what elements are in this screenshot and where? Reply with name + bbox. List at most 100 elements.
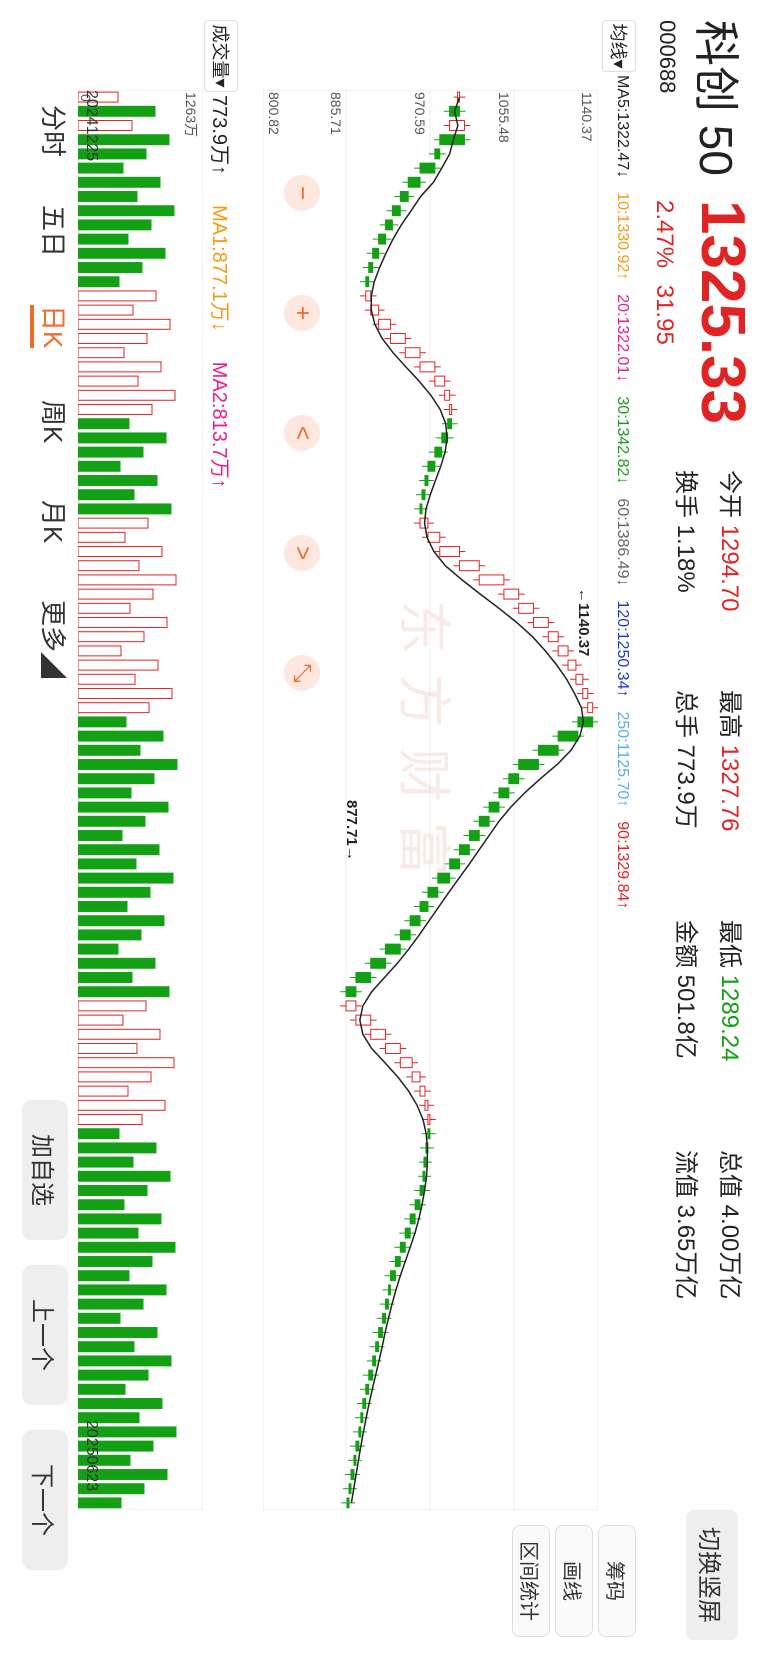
candle <box>372 247 380 259</box>
volume-bar <box>78 1270 130 1282</box>
next-button[interactable]: 下一个 <box>22 1430 68 1570</box>
scroll-right-icon[interactable]: > <box>284 535 320 571</box>
candle <box>518 602 535 614</box>
volume-bar <box>78 1185 148 1196</box>
candle <box>468 830 480 841</box>
volume-bar <box>78 659 159 671</box>
nav-tab-intraday[interactable]: 分时 <box>36 105 73 157</box>
scroll-left-icon[interactable]: < <box>284 415 320 451</box>
candle <box>582 688 589 699</box>
volume-bar <box>78 1497 122 1509</box>
volume-total: 773.9万↑ <box>208 95 231 176</box>
candle <box>478 574 505 586</box>
candle <box>498 787 510 799</box>
candle <box>575 673 584 685</box>
volume-bar <box>78 361 162 373</box>
candle <box>419 1085 426 1097</box>
volume-chart[interactable] <box>78 90 203 1510</box>
ma-value: 20:1322.01↓ <box>614 294 631 383</box>
volume-bar <box>78 787 132 799</box>
candle <box>375 1341 380 1353</box>
volume-bar <box>78 262 143 273</box>
range-stats-button[interactable]: 区间统计 <box>512 1525 550 1637</box>
volume-bar <box>78 1142 157 1154</box>
candle <box>399 1057 413 1069</box>
stat-amount: 金额 501.8亿 <box>672 920 699 1059</box>
candle <box>399 929 411 941</box>
volume-bar <box>78 304 134 316</box>
add-watchlist-button[interactable]: 加自选 <box>22 1100 68 1240</box>
stat-low: 最低 1289.24 <box>716 920 743 1062</box>
volume-bar <box>78 176 161 188</box>
fullscreen-icon[interactable]: ⤡ <box>284 655 320 691</box>
price-axis-label: 885.71 <box>328 92 344 135</box>
landscape-view: 科创 50 000688 1325.33 2.47% 31.95 今开 1294… <box>0 0 768 1663</box>
candle <box>378 318 391 330</box>
volume-bar <box>78 318 171 330</box>
volume-bar <box>78 943 119 955</box>
candle <box>577 716 594 728</box>
volume-bar <box>78 631 145 643</box>
nav-tab-monthly-k[interactable]: 月K <box>36 500 73 543</box>
candle <box>368 1369 374 1381</box>
draw-line-button[interactable]: 画线 <box>555 1525 593 1637</box>
volume-bar <box>78 191 138 202</box>
volume-selector[interactable]: 成交量 ▾ <box>204 20 238 92</box>
volume-values-row: 773.9万↑ MA1:877.1万↓ MA2:813.7万↑ <box>206 95 238 489</box>
volume-bar <box>78 588 154 600</box>
volume-bar <box>78 233 129 245</box>
volume-bar <box>78 460 121 472</box>
candle <box>478 815 490 827</box>
volume-bar <box>78 1355 172 1367</box>
previous-button[interactable]: 上一个 <box>22 1265 68 1405</box>
nav-tab-more[interactable]: 更多◢ <box>36 600 73 678</box>
candle <box>421 489 426 501</box>
change-percent: 2.47% <box>651 200 678 269</box>
volume-bar <box>78 645 122 657</box>
volume-bar <box>78 602 131 614</box>
volume-bar <box>78 1014 124 1026</box>
candle <box>488 801 500 813</box>
stat-open: 今开 1294.70 <box>716 470 743 612</box>
nav-tab-daily-k[interactable]: 日K <box>30 305 73 349</box>
volume-bar <box>78 1369 149 1381</box>
stat-total-value: 总值 4.00万亿 <box>716 1150 743 1300</box>
candle <box>399 1241 406 1253</box>
stat-turnover: 换手 1.18% <box>672 470 699 593</box>
change-absolute: 31.95 <box>651 284 678 345</box>
volume-bar <box>78 1199 125 1211</box>
candle <box>533 617 549 628</box>
stat-volume: 总手 773.9万 <box>672 690 699 829</box>
ma-selector[interactable]: 均线 ▾ <box>602 20 636 72</box>
volume-bar <box>78 688 173 699</box>
candle <box>385 943 401 955</box>
volume-bar <box>78 205 175 217</box>
date-end: 20250623 <box>83 1420 100 1492</box>
ma-value: 90:1329.84↑ <box>614 821 631 910</box>
candle <box>587 702 594 714</box>
candle <box>399 191 409 202</box>
candle <box>382 1312 387 1324</box>
volume-bar <box>78 886 151 898</box>
volume-bar <box>78 1156 134 1168</box>
candle <box>346 1497 350 1509</box>
candle <box>503 588 520 600</box>
volume-bar <box>78 1043 138 1054</box>
candle <box>389 1270 396 1282</box>
volume-bar <box>78 1398 163 1409</box>
candle <box>370 957 387 969</box>
volume-bar <box>78 915 165 927</box>
nav-tab-five-day[interactable]: 五日 <box>36 205 73 257</box>
candle <box>434 446 443 458</box>
zoom-in-icon[interactable]: + <box>284 295 320 331</box>
zoom-out-icon[interactable]: − <box>284 175 320 211</box>
price-axis-label: 1055.48 <box>496 92 512 143</box>
nav-tab-weekly-k[interactable]: 周K <box>36 400 73 443</box>
chips-button[interactable]: 筹码 <box>598 1525 636 1637</box>
switch-portrait-button[interactable]: 切换竖屏 <box>686 1510 738 1640</box>
candle <box>427 460 436 472</box>
volume-bar <box>78 1284 167 1296</box>
volume-bar <box>78 801 169 813</box>
price-axis-label: 800.82 <box>266 92 282 135</box>
volume-bar <box>78 773 155 785</box>
